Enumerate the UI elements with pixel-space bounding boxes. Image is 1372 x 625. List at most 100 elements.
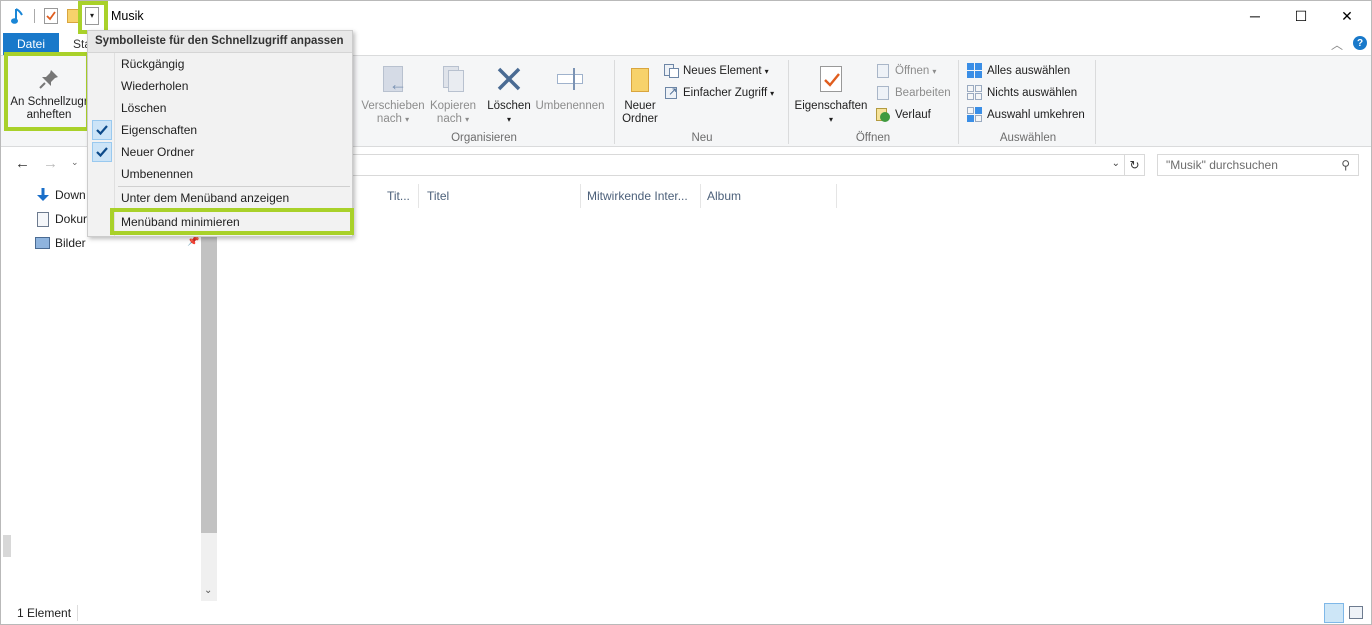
nav-item-pictures[interactable]: Bilder: [35, 232, 86, 254]
forward-arrow-icon[interactable]: →: [43, 155, 58, 172]
nav-pane-scrollbar[interactable]: ⌄: [201, 181, 217, 601]
history-icon: [875, 107, 891, 123]
tab-file-label: Datei: [16, 37, 45, 51]
minimize-button[interactable]: ─: [1232, 1, 1278, 31]
help-icon[interactable]: ?: [1353, 36, 1367, 50]
details-view-icon[interactable]: [1324, 603, 1344, 623]
move-to-label-2: nach: [376, 113, 402, 125]
invert-selection-button[interactable]: Auswahl umkehren: [967, 105, 1085, 125]
qat-divider: [34, 9, 35, 23]
menu-item-label: Eigenschaften: [121, 123, 198, 137]
pane-resize-handle[interactable]: [3, 535, 11, 557]
menu-item-show-below-ribbon[interactable]: Unter dem Menüband anzeigen: [88, 187, 352, 209]
new-group-label: Neu: [691, 132, 713, 144]
new-folder-icon: [629, 64, 651, 94]
column-header-title[interactable]: Titel: [421, 184, 581, 208]
menu-item-label: Umbenennen: [121, 167, 194, 181]
chevron-down-icon: ▾: [465, 115, 470, 124]
explorer-window: ▾ Musik ─ ☐ ✕ Datei Sta ︿ ? An Schnellzu…: [0, 0, 1372, 625]
copy-to-button[interactable]: Kopieren nach ▾: [425, 64, 481, 126]
open-label: Öffnen: [895, 65, 930, 77]
invert-selection-label: Auswahl umkehren: [987, 109, 1085, 121]
nav-item-label: Bilder: [55, 236, 86, 250]
menu-item-label: Löschen: [121, 101, 167, 115]
chevron-down-icon: ▾: [932, 66, 937, 76]
status-divider: [77, 605, 78, 621]
new-folder-label-2: Ordner: [622, 113, 658, 125]
move-to-label-1: Verschieben: [361, 100, 425, 112]
menu-header: Symbolleiste für den Schnellzugriff anpa…: [88, 31, 352, 53]
delete-icon: [495, 64, 523, 94]
select-all-button[interactable]: Alles auswählen: [967, 61, 1070, 81]
nav-item-documents[interactable]: Dokur: [35, 208, 87, 230]
window-title: Musik: [111, 9, 144, 23]
group-separator: [788, 60, 789, 144]
highlight-pin-button: [4, 52, 90, 131]
ribbon-collapse-icon[interactable]: ︿: [1331, 36, 1343, 53]
refresh-icon: ↻: [1129, 158, 1140, 172]
copy-to-label-2: nach: [436, 113, 462, 125]
column-header-track[interactable]: Tit...: [381, 184, 419, 208]
select-all-label: Alles auswählen: [987, 65, 1071, 77]
group-separator: [1095, 60, 1096, 144]
rename-label: Umbenennen: [535, 100, 605, 112]
select-all-icon: [967, 63, 983, 79]
address-dropdown-chevron-icon[interactable]: ⌄: [1112, 158, 1120, 169]
search-input[interactable]: "Musik" durchsuchen ⚲: [1157, 154, 1359, 176]
rename-icon: [555, 64, 585, 94]
group-separator: [614, 60, 615, 144]
menu-item-redo[interactable]: Wiederholen: [88, 75, 352, 97]
menu-item-label: Unter dem Menüband anzeigen: [121, 191, 290, 205]
new-folder-button[interactable]: Neuer Ordner: [617, 64, 663, 126]
menu-item-new-folder[interactable]: Neuer Ordner: [88, 141, 352, 163]
address-bar[interactable]: ⌄: [219, 154, 1125, 176]
nav-item-label: Dokur: [55, 212, 88, 226]
menu-item-delete[interactable]: Löschen: [88, 97, 352, 119]
select-none-label: Nichts auswählen: [987, 87, 1078, 99]
easy-access-button[interactable]: ↗ Einfacher Zugriff ▾: [663, 83, 774, 103]
history-button[interactable]: Verlauf: [875, 105, 931, 125]
edit-button[interactable]: Bearbeiten: [875, 83, 951, 103]
back-arrow-icon[interactable]: ←: [15, 155, 30, 172]
search-placeholder: "Musik" durchsuchen: [1166, 158, 1278, 172]
chevron-down-icon: ▾: [764, 66, 769, 76]
move-to-button[interactable]: ← Verschieben nach ▾: [359, 64, 427, 126]
menu-item-properties[interactable]: Eigenschaften: [88, 119, 352, 141]
close-button[interactable]: ✕: [1324, 1, 1370, 31]
title-bar: ▾ Musik ─ ☐ ✕: [1, 1, 1371, 34]
menu-item-rename[interactable]: Umbenennen: [88, 163, 352, 185]
recent-locations-chevron-icon[interactable]: ⌄: [71, 157, 79, 168]
refresh-button[interactable]: ↻: [1125, 154, 1145, 176]
pin-icon: 📌: [187, 236, 200, 247]
history-label: Verlauf: [895, 109, 931, 121]
move-to-icon: ←: [379, 64, 407, 94]
scroll-down-chevron-icon[interactable]: ⌄: [204, 585, 212, 596]
chevron-down-icon: ▾: [405, 115, 410, 124]
rename-button[interactable]: Umbenennen: [533, 64, 607, 113]
copy-to-icon: [439, 64, 467, 94]
highlight-minimize-ribbon: [110, 208, 354, 235]
column-header-album[interactable]: Album: [701, 184, 837, 208]
open-group-label: Öffnen: [855, 132, 891, 144]
open-button[interactable]: Öffnen ▾: [875, 61, 936, 81]
download-arrow-icon: [35, 187, 51, 203]
delete-button[interactable]: Löschen ▾: [485, 64, 533, 126]
pictures-icon: [35, 237, 50, 249]
chevron-down-icon: ▾: [506, 115, 511, 124]
checkmark-icon: [92, 120, 112, 140]
select-none-button[interactable]: Nichts auswählen: [967, 83, 1077, 103]
large-icons-view-icon[interactable]: [1349, 606, 1363, 619]
search-icon: ⚲: [1341, 158, 1350, 172]
properties-qat-icon[interactable]: [44, 8, 58, 24]
open-icon: [875, 63, 891, 79]
properties-button[interactable]: Eigenschaften ▾: [791, 64, 871, 126]
nav-item-downloads[interactable]: Down: [35, 184, 86, 206]
menu-item-undo[interactable]: Rückgängig: [88, 53, 352, 75]
column-header-contributing-artists[interactable]: Mitwirkende Inter...: [581, 184, 701, 208]
properties-icon: [819, 64, 843, 94]
maximize-button[interactable]: ☐: [1278, 1, 1324, 31]
menu-item-label: Wiederholen: [121, 79, 189, 93]
new-item-button[interactable]: Neues Element ▾: [663, 61, 769, 81]
chevron-down-icon: ▾: [828, 115, 833, 124]
edit-label: Bearbeiten: [895, 87, 951, 99]
